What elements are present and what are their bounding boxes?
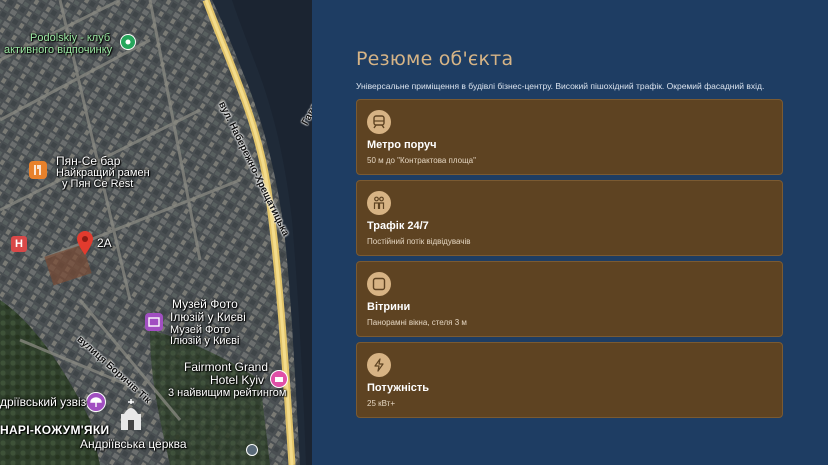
people-icon xyxy=(367,191,391,215)
feature-title: Метро поруч xyxy=(367,139,437,151)
museum-pin-icon[interactable] xyxy=(144,312,164,336)
location-pin-icon[interactable] xyxy=(76,230,94,260)
park-pin-icon[interactable] xyxy=(120,34,136,54)
attraction-pin-icon[interactable] xyxy=(86,392,106,416)
map-label-district: НАРІ-КОЖУМ'ЯКИ xyxy=(0,423,110,437)
map-label-museum-sub2: Ілюзій у Києві xyxy=(170,335,240,347)
hospital-marker-letter: H xyxy=(15,238,23,250)
feature-card-power[interactable]: Потужність 25 кВт+ xyxy=(356,342,783,418)
feature-subtitle: 25 кВт+ xyxy=(367,399,396,408)
map-label-podolskiy-sub[interactable]: активного відпочинку xyxy=(4,44,112,56)
lightning-icon xyxy=(367,353,391,377)
feature-title: Вітрини xyxy=(367,301,411,313)
property-summary-panel: Резюме об'єкта Універсальне приміщення в… xyxy=(312,0,828,465)
map-label-bar-sub2: у Пян Се Rest xyxy=(62,178,134,190)
map-label-museum-2[interactable]: Ілюзій у Києві xyxy=(170,311,246,324)
map-label-uzviz[interactable]: дріївський узвіз xyxy=(0,396,86,409)
restaurant-pin-icon[interactable] xyxy=(28,160,48,184)
feature-card-metro[interactable]: Метро поруч 50 м до "Контрактова площа" xyxy=(356,99,783,175)
satellite-map[interactable]: Podolskiy - клуб активного відпочинку Пя… xyxy=(0,0,312,465)
map-label-hotel-2[interactable]: Hotel Kyiv xyxy=(210,374,264,387)
hospital-marker-icon[interactable]: H xyxy=(10,235,28,257)
feature-title: Трафік 24/7 xyxy=(367,220,429,232)
feature-subtitle: Панорамні вікна, стеля 3 м xyxy=(367,318,467,327)
church-icon[interactable] xyxy=(116,398,146,436)
map-label-pin: 2A xyxy=(97,236,112,250)
map-label-podolskiy[interactable]: Podolskiy - клуб xyxy=(30,32,110,44)
window-icon xyxy=(367,272,391,296)
feature-card-traffic[interactable]: Трафік 24/7 Постійний потік відвідувачів xyxy=(356,180,783,256)
metro-icon xyxy=(367,110,391,134)
map-label-church[interactable]: Андріївська церква xyxy=(80,438,187,451)
property-description: Універсальне приміщення в будівлі бізнес… xyxy=(356,81,765,91)
transit-pin-icon[interactable] xyxy=(246,441,258,460)
feature-title: Потужність xyxy=(367,382,430,394)
feature-subtitle: Постійний потік відвідувачів xyxy=(367,237,471,246)
feature-card-windows[interactable]: Вітрини Панорамні вікна, стеля 3 м xyxy=(356,261,783,337)
page-title: Резюме об'єкта xyxy=(356,48,514,70)
map-label-hotel-sub: 3 найвищим рейтингом xyxy=(168,387,287,399)
feature-subtitle: 50 м до "Контрактова площа" xyxy=(367,156,476,165)
